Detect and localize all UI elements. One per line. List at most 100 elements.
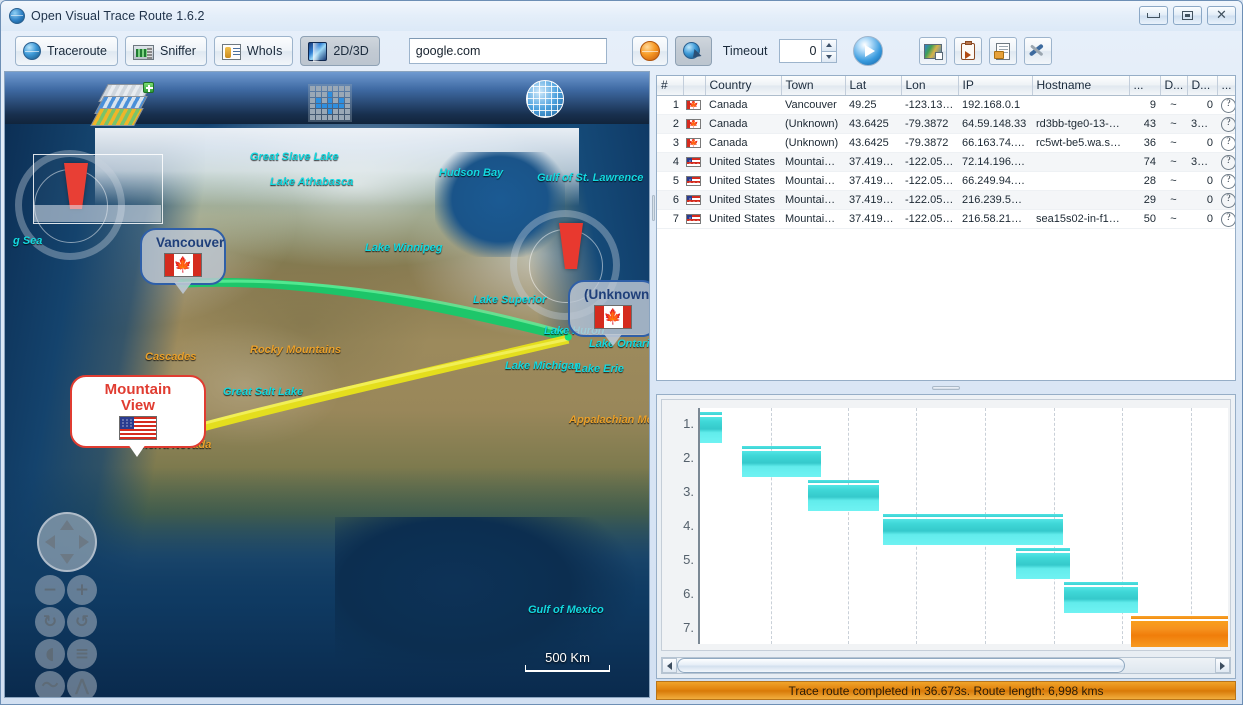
col-hostname[interactable]: Hostname — [1032, 76, 1129, 95]
cell-extra-1: 74 — [1129, 152, 1160, 171]
cell-town: (Unknown) — [781, 133, 845, 152]
main-toolbar: Traceroute Sniffer WhoIs 2D/3D Timeout 0 — [1, 31, 1242, 71]
zoom-in-button[interactable]: + — [67, 575, 97, 605]
table-row[interactable]: 1🍁CanadaVancouver49.25-123.1333192.168.0… — [657, 95, 1236, 114]
col-country[interactable]: Country — [705, 76, 781, 95]
map-pan-control[interactable] — [37, 512, 97, 572]
rotate-cw-button[interactable]: ↻ — [35, 607, 65, 637]
table-row[interactable]: 7United StatesMountain Vi...37.419205-12… — [657, 209, 1236, 228]
layers-icon[interactable] — [95, 82, 151, 124]
start-trace-button[interactable] — [853, 36, 883, 66]
callout-vancouver[interactable]: Vancouver 🍁 — [140, 228, 226, 285]
map-scale-label: 500 Km — [525, 650, 610, 665]
world-map-button[interactable] — [919, 37, 947, 65]
table-row[interactable]: 3🍁Canada(Unknown)43.6425-79.387266.163.7… — [657, 133, 1236, 152]
url-input[interactable] — [409, 38, 607, 64]
timeout-stepper[interactable]: 0 — [779, 39, 837, 63]
flat-view-button[interactable]: 〜 — [35, 671, 65, 698]
compass-needle-icon — [559, 223, 583, 269]
help-icon[interactable]: ? — [1217, 190, 1236, 209]
scroll-thumb[interactable] — [677, 658, 1125, 673]
callout-unknown[interactable]: (Unknown) 🍁 — [568, 280, 650, 337]
traceroute-button[interactable]: Traceroute — [15, 36, 118, 66]
chart-y-tick-label: 6. — [668, 586, 694, 601]
timeout-decrement-button[interactable] — [821, 51, 837, 64]
map-view[interactable]: Great Slave LakeLake AthabascaHudson Bay… — [4, 71, 650, 698]
map-scale-bar: 500 Km — [525, 650, 610, 672]
table-row[interactable]: 2🍁Canada(Unknown)43.6425-79.387264.59.14… — [657, 114, 1236, 133]
maximize-button[interactable] — [1173, 6, 1202, 25]
help-icon[interactable]: ? — [1217, 95, 1236, 114]
settings-button[interactable] — [1024, 37, 1052, 65]
col-lat[interactable]: Lat — [845, 76, 901, 95]
globe-icon — [23, 42, 41, 60]
cell-lat: 37.419205 — [845, 152, 901, 171]
col-extra-4[interactable]: ... — [1217, 76, 1236, 95]
map-label: Lake Athabasca — [270, 176, 353, 188]
help-icon[interactable]: ? — [1217, 133, 1236, 152]
dns-lookup-button[interactable] — [675, 36, 712, 66]
callout-label: Vancouver — [156, 235, 210, 251]
cell-extra-2: ~ — [1160, 171, 1187, 190]
col-index[interactable]: # — [657, 76, 683, 95]
hops-table-panel[interactable]: # Country Town Lat Lon IP Hostname ... D… — [656, 75, 1236, 381]
timeout-value[interactable]: 0 — [779, 39, 821, 63]
tilt-bars-button[interactable]: ◖ — [35, 639, 65, 669]
cell-lon: -122.0574 — [901, 152, 958, 171]
close-button[interactable]: ✕ — [1207, 6, 1236, 25]
cell-lat: 37.419205 — [845, 171, 901, 190]
col-town[interactable]: Town — [781, 76, 845, 95]
scroll-right-button[interactable] — [1215, 658, 1230, 673]
callout-mountain-view[interactable]: Mountain View — [70, 375, 206, 448]
chart-gridline — [771, 408, 772, 644]
col-extra-2[interactable]: D... — [1160, 76, 1187, 95]
cell-index: 3 — [657, 133, 683, 152]
zoom-out-button[interactable]: − — [35, 575, 65, 605]
pan-left-icon[interactable] — [45, 535, 55, 549]
sniffer-label: Sniffer — [160, 44, 196, 58]
rotate-ccw-button[interactable]: ↺ — [67, 607, 97, 637]
relief-view-button[interactable]: ⋀ — [67, 671, 97, 698]
help-icon[interactable]: ? — [1217, 209, 1236, 228]
help-icon[interactable]: ? — [1217, 171, 1236, 190]
table-row[interactable]: 6United StatesMountain Vi...37.419205-12… — [657, 190, 1236, 209]
timeout-increment-button[interactable] — [821, 39, 837, 51]
help-icon[interactable]: ? — [1217, 114, 1236, 133]
chart-horizontal-scrollbar[interactable] — [661, 657, 1231, 674]
col-extra-1[interactable]: ... — [1129, 76, 1160, 95]
id-card-icon — [222, 44, 241, 60]
stack-button[interactable]: ≡ — [67, 639, 97, 669]
pan-up-icon[interactable] — [60, 520, 74, 530]
wireframe-globe-icon[interactable] — [526, 80, 564, 118]
cell-extra-1: 43 — [1129, 114, 1160, 133]
add-layer-icon[interactable] — [143, 82, 154, 93]
pan-right-icon[interactable] — [79, 535, 89, 549]
col-ip[interactable]: IP — [958, 76, 1032, 95]
horizontal-splitter[interactable] — [656, 383, 1236, 392]
minimize-button[interactable] — [1139, 6, 1168, 25]
table-row[interactable]: 4United StatesMountain Vi...37.419205-12… — [657, 152, 1236, 171]
col-flag[interactable] — [683, 76, 705, 95]
minimize-icon — [1147, 13, 1160, 18]
col-lon[interactable]: Lon — [901, 76, 958, 95]
chevron-down-icon — [826, 55, 832, 59]
document-export-icon — [996, 43, 1010, 60]
help-icon[interactable]: ? — [1217, 152, 1236, 171]
grid-icon[interactable] — [308, 84, 352, 122]
clipboard-button[interactable] — [954, 37, 982, 65]
pan-down-icon[interactable] — [60, 554, 74, 564]
flag-canada-icon: 🍁 — [683, 114, 705, 133]
scroll-left-button[interactable] — [662, 658, 677, 673]
2d3d-button[interactable]: 2D/3D — [300, 36, 379, 66]
cell-extra-3: 0 — [1187, 133, 1217, 152]
cell-country: United States — [705, 190, 781, 209]
go-button[interactable] — [632, 36, 668, 66]
col-extra-3[interactable]: D... — [1187, 76, 1217, 95]
app-window: Open Visual Trace Route 1.6.2 ✕ Tracerou… — [0, 0, 1243, 705]
export-button[interactable] — [989, 37, 1017, 65]
chart-y-tick-label: 7. — [668, 620, 694, 635]
sniffer-button[interactable]: Sniffer — [125, 36, 207, 66]
table-row[interactable]: 5United StatesMountain Vi...37.419205-12… — [657, 171, 1236, 190]
table-header-row: # Country Town Lat Lon IP Hostname ... D… — [657, 76, 1236, 95]
whois-button[interactable]: WhoIs — [214, 36, 293, 66]
